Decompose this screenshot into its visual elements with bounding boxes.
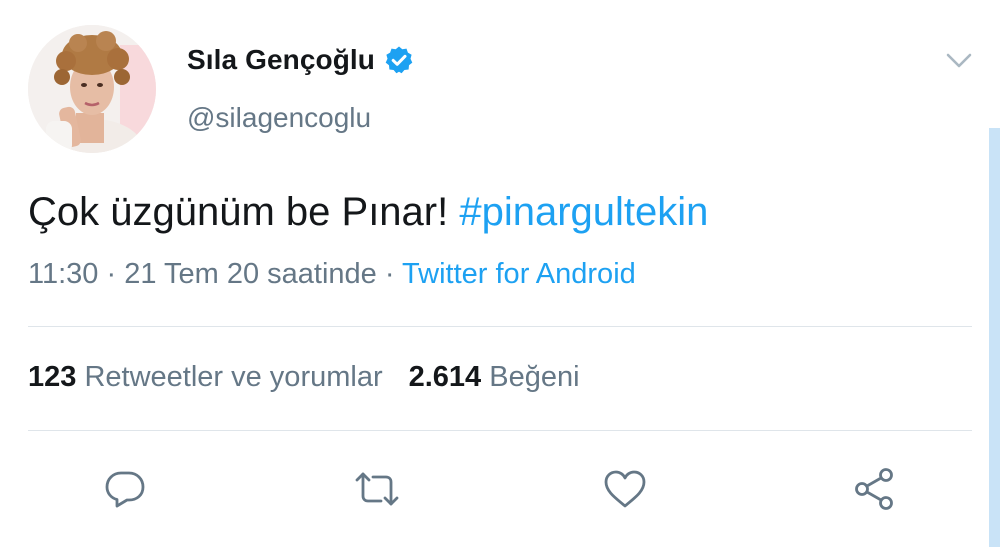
divider	[28, 430, 972, 431]
likes-label: Beğeni	[489, 361, 580, 393]
likes-count: 2.614	[408, 361, 482, 393]
scroll-indicator	[989, 128, 1000, 547]
tweet-date[interactable]: 21 Tem 20 saatinde	[124, 258, 377, 290]
hashtag-link[interactable]: #pinargultekin	[459, 190, 708, 234]
share-icon	[855, 468, 893, 510]
divider	[28, 326, 972, 327]
avatar[interactable]	[28, 25, 156, 153]
avatar-image	[28, 25, 156, 153]
tweet-text: Çok üzgünüm be Pınar! #pinargultekin	[28, 190, 708, 235]
author-handle[interactable]: @silagencoglu	[187, 102, 371, 134]
tweet-body: Çok üzgünüm be Pınar!	[28, 190, 460, 234]
meta-separator: ·	[376, 258, 403, 290]
tweet-meta: 11:30 · 21 Tem 20 saatinde · Twitter for…	[28, 258, 636, 291]
reply-button[interactable]	[100, 464, 150, 514]
like-button[interactable]	[600, 464, 650, 514]
author-name-row[interactable]: Sıla Gençoğlu	[187, 44, 414, 76]
retweet-button[interactable]	[352, 464, 402, 514]
tweet-stats: 123 Retweetler ve yorumlar 2.614 Beğeni	[28, 361, 580, 394]
verified-badge-icon	[384, 45, 414, 75]
author-display-name[interactable]: Sıla Gençoğlu	[187, 44, 375, 76]
reply-icon	[105, 471, 145, 508]
meta-separator: ·	[98, 258, 125, 290]
chevron-down-icon[interactable]	[944, 48, 974, 74]
likes-stat[interactable]: 2.614 Beğeni	[409, 361, 580, 393]
retweets-count: 123	[28, 361, 77, 393]
tweet-source-link[interactable]: Twitter for Android	[402, 258, 636, 290]
retweets-stat[interactable]: 123 Retweetler ve yorumlar	[28, 361, 383, 393]
share-button[interactable]	[850, 464, 900, 514]
retweet-icon	[355, 472, 399, 506]
tweet-time[interactable]: 11:30	[28, 258, 98, 290]
retweets-label: Retweetler ve yorumlar	[84, 361, 383, 393]
heart-icon	[604, 470, 646, 508]
